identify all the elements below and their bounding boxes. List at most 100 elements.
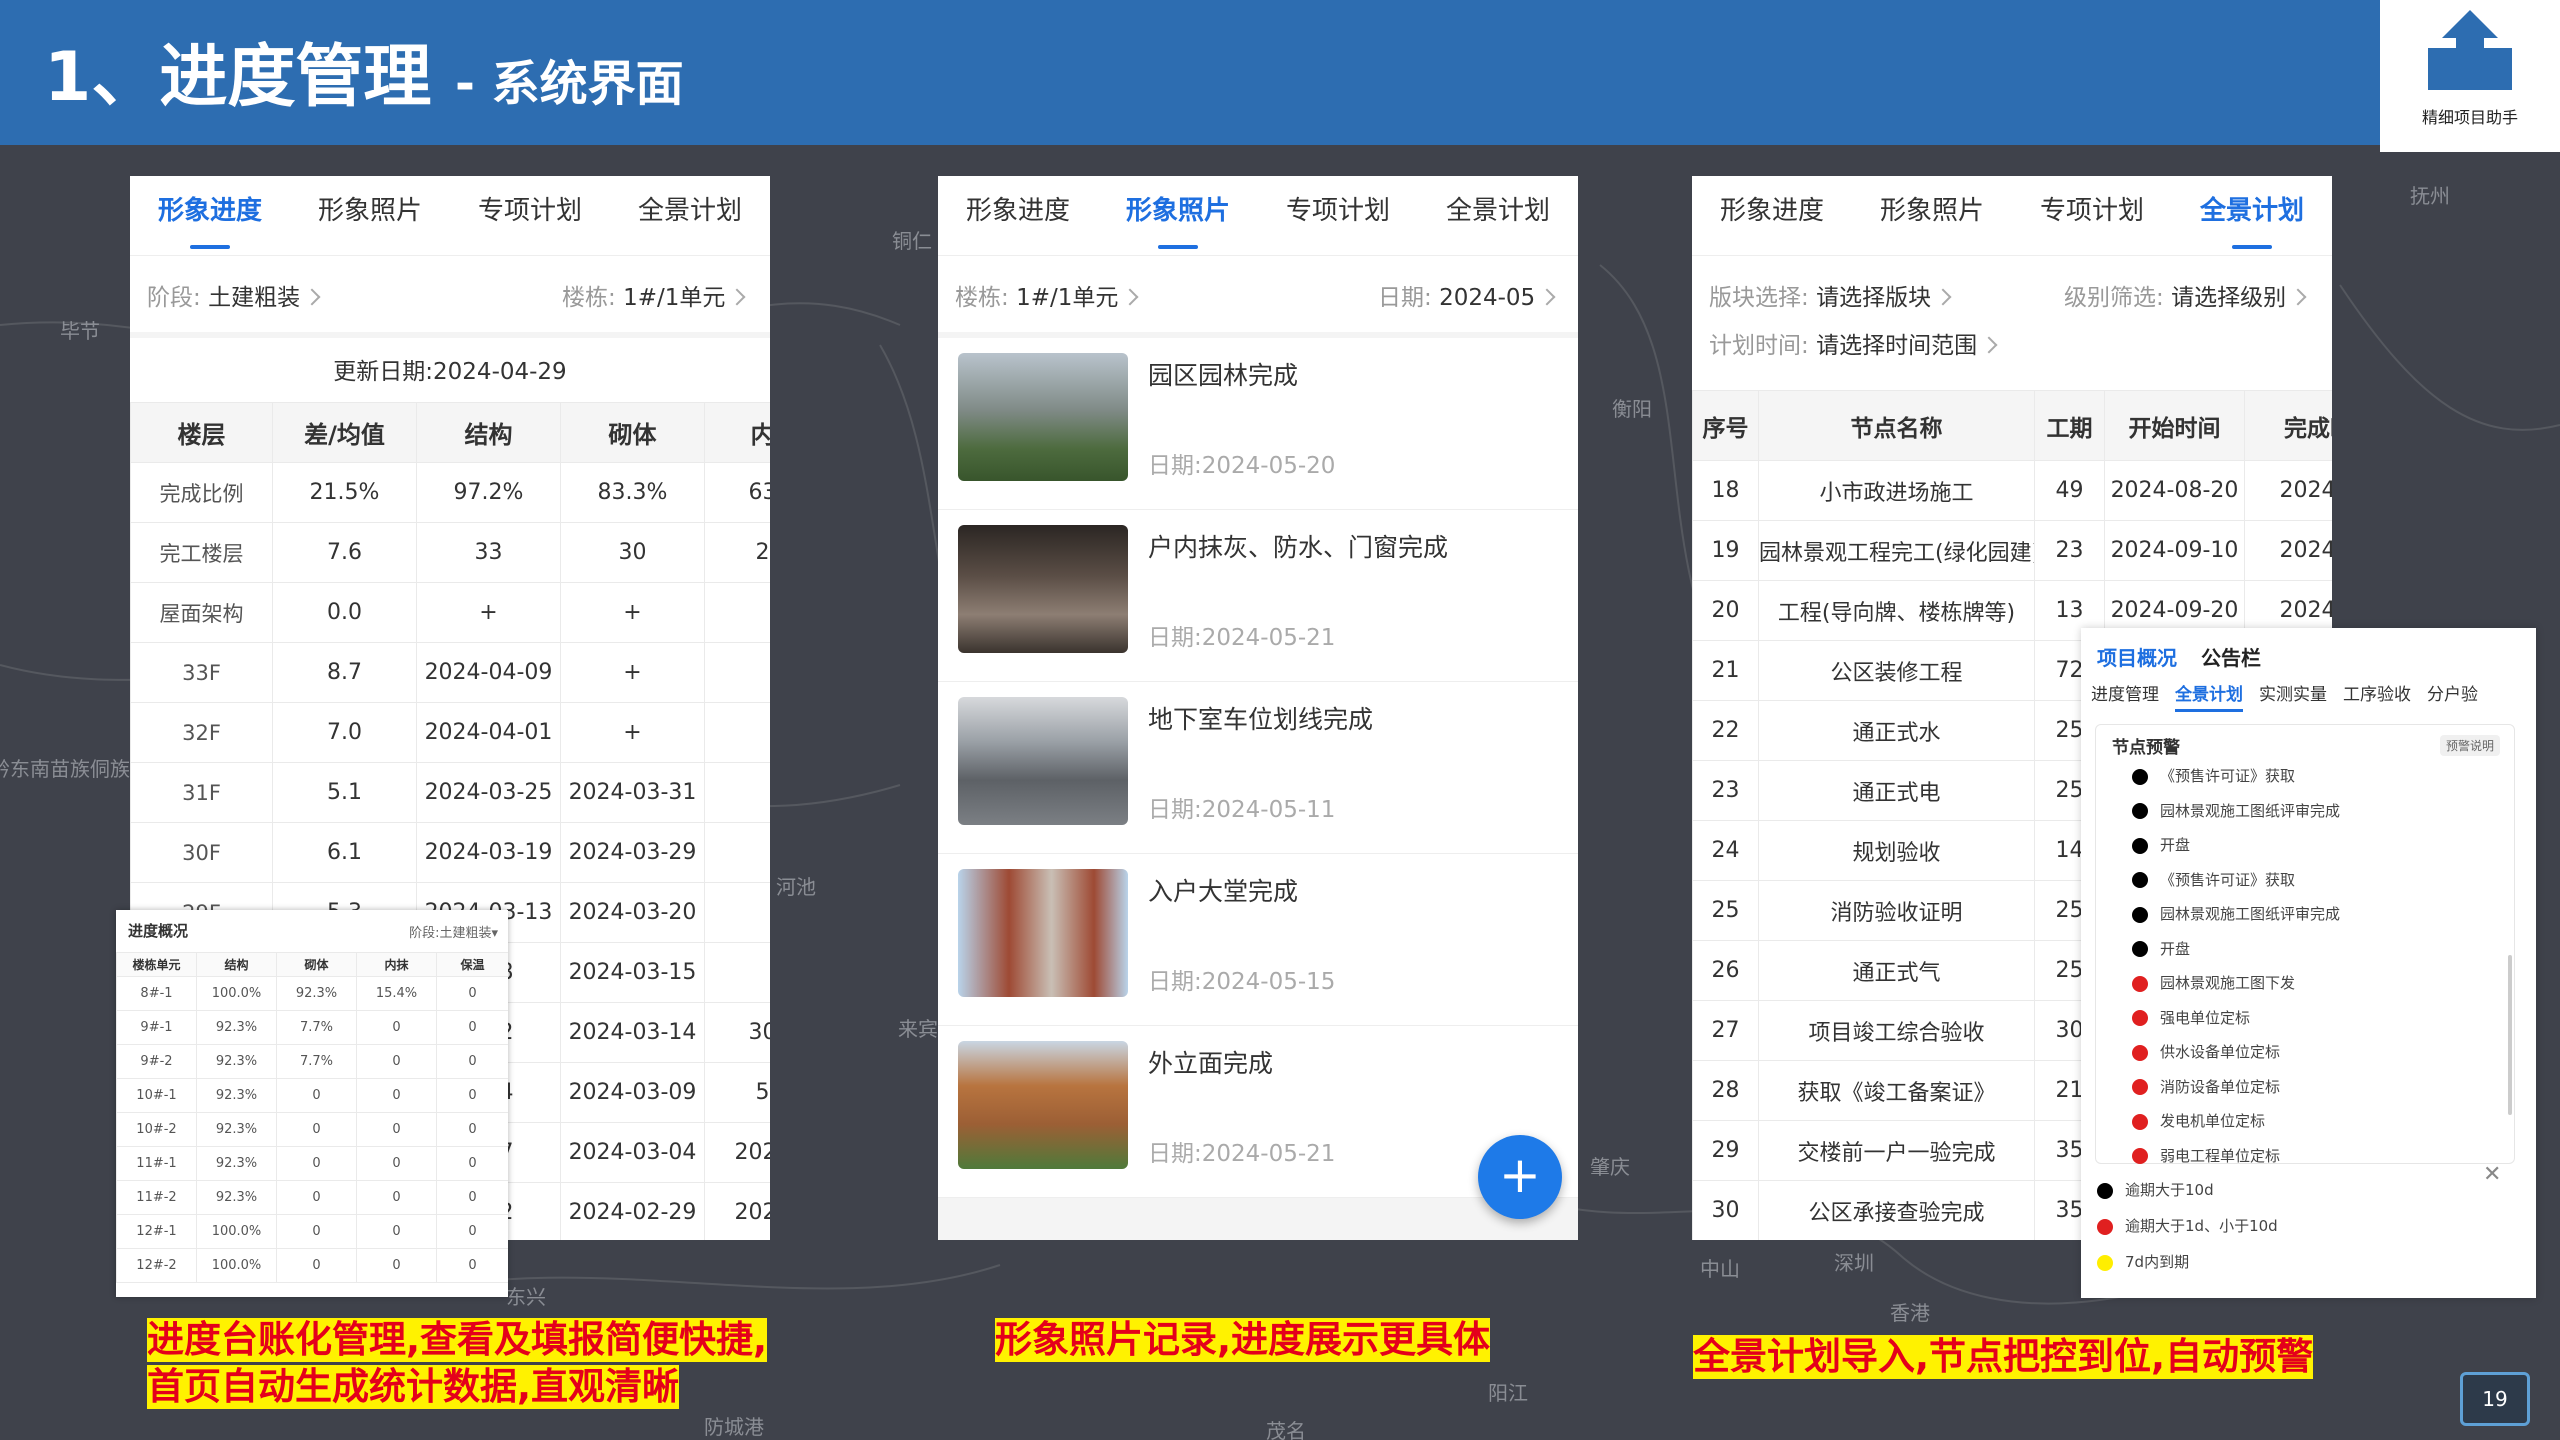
popup-subtabs: 进度管理 全景计划 实测实量 工序验收 分户验 (2091, 680, 2536, 712)
photo-thumbnail[interactable] (958, 697, 1128, 825)
photo-thumbnail[interactable] (958, 1041, 1128, 1169)
tab-full-plan[interactable]: 全景计划 (1418, 176, 1578, 255)
time-filter[interactable]: 计划时间: 请选择时间范围 (1709, 326, 1998, 360)
table-row[interactable]: 11#-2 92.3% 0 0 0 (116, 1180, 508, 1215)
legend-dot-icon (2097, 1218, 2113, 1235)
tab-full-plan[interactable]: 全景计划 (2172, 176, 2332, 255)
subtab-household[interactable]: 分户验 (2427, 680, 2478, 712)
level-filter[interactable]: 级别筛选: 请选择级别 (2064, 278, 2307, 312)
add-button[interactable]: + (1478, 1135, 1562, 1219)
close-icon[interactable]: ✕ (2483, 1162, 2501, 1187)
col-header: 内抹 (356, 952, 437, 977)
tab-special-plan[interactable]: 专项计划 (450, 176, 610, 255)
popup-tab-overview[interactable]: 项目概况 (2097, 642, 2177, 671)
tab-photos[interactable]: 形象照片 (290, 176, 450, 255)
photo-item[interactable]: 地下室车位划线完成 日期:2024-05-11 (938, 682, 1578, 854)
tab-special-plan[interactable]: 专项计划 (2012, 176, 2172, 255)
table-cell: 5 (704, 1062, 770, 1123)
table-row[interactable]: 18小市政进场施工492024-08-202024-1 (1692, 460, 2332, 521)
table-row[interactable]: 31F 5.1 2024-03-25 2024-03-31 (130, 762, 770, 823)
alert-text: 《预售许可证》获取 (2160, 870, 2296, 889)
tab-full-plan[interactable]: 全景计划 (610, 176, 770, 255)
map-label: 东兴 (506, 1285, 546, 1309)
col-header: 保温 (436, 952, 508, 977)
map-label: 毕节 (60, 319, 100, 343)
table-cell: 31F (130, 762, 273, 823)
subtab-measure[interactable]: 实测实量 (2259, 680, 2327, 712)
alert-item[interactable]: 园林景观施工图下发 (2132, 972, 2295, 993)
alert-item[interactable]: 园林景观施工图纸评审完成 (2132, 800, 2340, 821)
filter-value: 请选择级别 (2171, 285, 2287, 311)
alert-item[interactable]: 发电机单位定标 (2132, 1110, 2265, 1131)
table-row[interactable]: 30F 6.1 2024-03-19 2024-03-29 (130, 822, 770, 883)
table-row[interactable]: 屋面架构 0.0 + + (130, 582, 770, 643)
legend-item: 逾期大于1d、小于10d (2097, 1215, 2278, 1236)
tab-photos[interactable]: 形象照片 (1098, 176, 1258, 255)
photo-item[interactable]: 户内抹灰、防水、门窗完成 日期:2024-05-21 (938, 510, 1578, 682)
alert-info-badge[interactable]: 预警说明 (2439, 735, 2500, 756)
tab-photos[interactable]: 形象照片 (1852, 176, 2012, 255)
alert-item[interactable]: 供水设备单位定标 (2132, 1041, 2280, 1062)
alert-item[interactable]: 强电单位定标 (2132, 1007, 2250, 1028)
subtab-progress[interactable]: 进度管理 (2091, 680, 2159, 712)
table-row[interactable]: 32F 7.0 2024-04-01 + (130, 702, 770, 763)
col-header: 结构 (196, 952, 277, 977)
photo-item[interactable]: 园区园林完成 日期:2024-05-20 (938, 338, 1578, 510)
subtab-full-plan[interactable]: 全景计划 (2175, 680, 2243, 712)
alert-text: 开盘 (2160, 939, 2191, 958)
section-filter[interactable]: 版块选择: 请选择版块 (1709, 278, 1952, 312)
table-row[interactable]: 12#-1 100.0% 0 0 0 (116, 1214, 508, 1249)
table-row[interactable]: 8#-1 100.0% 92.3% 15.4% 0 (116, 976, 508, 1011)
table-cell: 0 (356, 1044, 437, 1079)
status-dot-icon (2132, 906, 2148, 923)
table-cell: 0 (276, 1180, 357, 1215)
chevron-right-icon (2289, 288, 2307, 306)
tab-progress[interactable]: 形象进度 (938, 176, 1098, 255)
building-filter[interactable]: 楼栋: 1#/1单元 (955, 278, 1139, 312)
table-cell: 27 (1692, 1000, 1759, 1061)
table-cell (704, 822, 770, 883)
overview-filter[interactable]: 阶段:土建粗装▾ (409, 922, 498, 941)
map-label: 茂名 (1266, 1419, 1306, 1440)
table-row[interactable]: 完工楼层 7.6 33 30 2 (130, 522, 770, 583)
tab-progress[interactable]: 形象进度 (130, 176, 290, 255)
subtab-inspection[interactable]: 工序验收 (2343, 680, 2411, 712)
status-dot-icon (2132, 1044, 2148, 1061)
alert-item[interactable]: 消防设备单位定标 (2132, 1076, 2280, 1097)
stage-filter[interactable]: 阶段: 土建粗装 (147, 278, 321, 312)
tab-progress[interactable]: 形象进度 (1692, 176, 1852, 255)
table-row[interactable]: 33F 8.7 2024-04-09 + (130, 642, 770, 703)
alert-item[interactable]: 开盘 (2132, 834, 2190, 855)
table-row[interactable]: 10#-1 92.3% 0 0 0 (116, 1078, 508, 1113)
alert-item[interactable]: 园林景观施工图纸评审完成 (2132, 903, 2340, 924)
building-filter[interactable]: 楼栋: 1#/1单元 (562, 278, 746, 312)
table-row[interactable]: 19园林景观工程完工(绿化园建)232024-09-102024-1 (1692, 520, 2332, 581)
popup-tab-notice[interactable]: 公告栏 (2201, 642, 2261, 671)
alert-item[interactable]: 开盘 (2132, 938, 2190, 959)
scrollbar[interactable] (2508, 955, 2512, 1115)
table-cell: 2024-08-20 (2104, 460, 2245, 521)
photo-title: 地下室车位划线完成 (1148, 705, 1374, 734)
photo-thumbnail[interactable] (958, 353, 1128, 481)
tab-special-plan[interactable]: 专项计划 (1258, 176, 1418, 255)
col-header: 楼栋单元 (116, 952, 197, 977)
photo-item[interactable]: 入户大堂完成 日期:2024-05-15 (938, 854, 1578, 1026)
table-row[interactable]: 9#-1 92.3% 7.7% 0 0 (116, 1010, 508, 1045)
table-cell: 消防验收证明 (1758, 880, 2035, 941)
table-row[interactable]: 10#-2 92.3% 0 0 0 (116, 1112, 508, 1147)
table-row[interactable]: 11#-1 92.3% 0 0 0 (116, 1146, 508, 1181)
photo-thumbnail[interactable] (958, 869, 1128, 997)
table-row[interactable]: 完成比例21.5%97.2%83.3%63 (130, 462, 770, 523)
alert-item[interactable]: 《预售许可证》获取 (2132, 869, 2295, 890)
date-filter[interactable]: 日期: 2024-05 (1378, 278, 1556, 312)
table-cell: 7.6 (272, 522, 417, 583)
alert-item[interactable]: 弱电工程单位定标 (2132, 1145, 2280, 1166)
table-row[interactable]: 9#-2 92.3% 7.7% 0 0 (116, 1044, 508, 1079)
photo-date: 日期:2024-05-21 (1148, 625, 1336, 651)
filter-label: 版块选择: (1709, 285, 1809, 311)
photo-thumbnail[interactable] (958, 525, 1128, 653)
table-row[interactable]: 12#-2 100.0% 0 0 0 (116, 1248, 508, 1283)
alert-item[interactable]: 《预售许可证》获取 (2132, 765, 2295, 786)
tab-bar: 形象进度 形象照片 专项计划 全景计划 (1692, 176, 2332, 256)
map-label: 深圳 (1834, 1251, 1874, 1275)
